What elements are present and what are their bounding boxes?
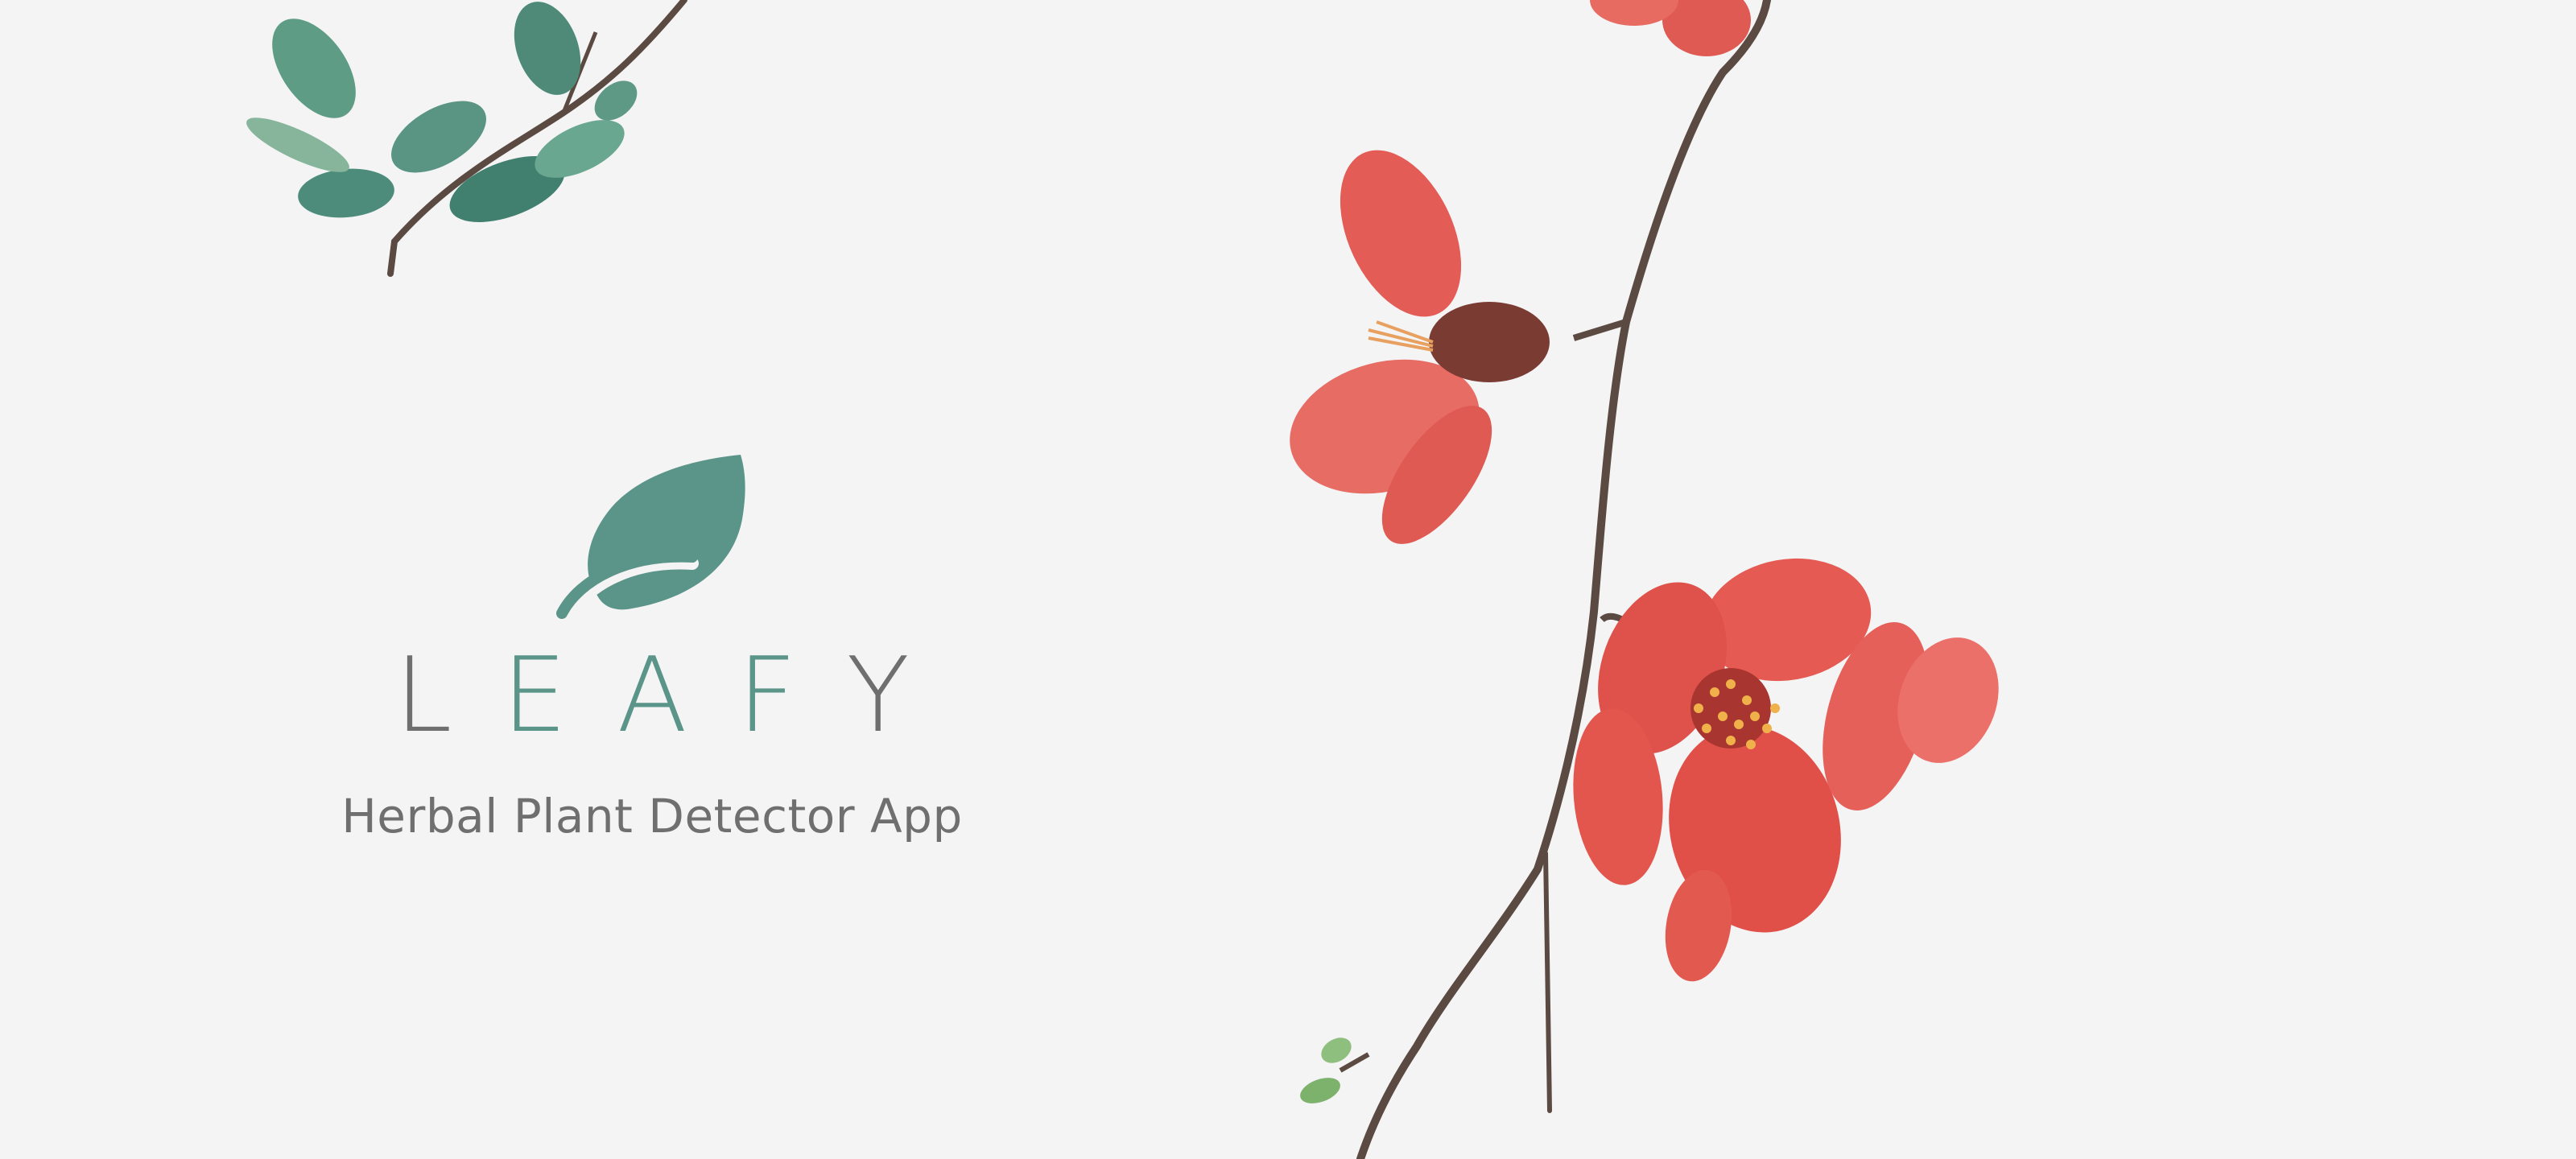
app-name-letter: Y	[846, 636, 960, 756]
red-quince-blossom-branch-illustration	[1290, 0, 1999, 1159]
brand-block: LEAFY Herbal Plant Detector App	[322, 435, 982, 885]
splash-screen: LEAFY Herbal Plant Detector App	[0, 0, 2576, 1159]
app-name-letter: F	[737, 636, 847, 756]
leaf-icon	[556, 455, 745, 619]
app-name-letter: A	[617, 636, 737, 756]
app-name: LEAFY	[322, 636, 982, 757]
app-name-letter: L	[394, 636, 502, 756]
app-name-letter: E	[502, 636, 617, 756]
app-tagline: Herbal Plant Detector App	[341, 789, 963, 843]
leafy-branch-illustration	[246, 0, 687, 277]
